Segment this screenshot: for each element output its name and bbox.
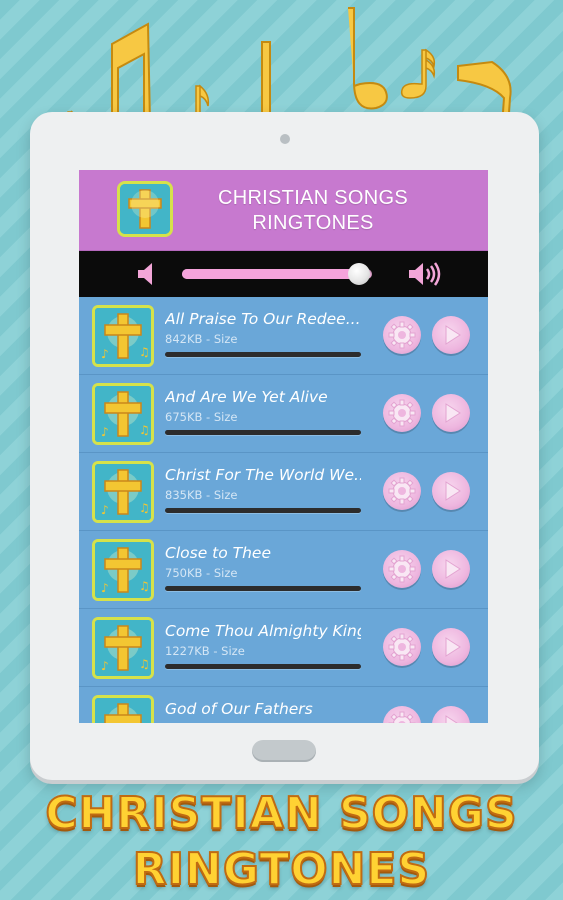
volume-control <box>79 251 488 297</box>
cross-icon: ♪ ♫ <box>95 698 151 723</box>
volume-knob[interactable] <box>348 263 370 285</box>
banner-line2: RINGTONES <box>132 843 431 896</box>
set-ringtone-button[interactable] <box>383 472 421 510</box>
app-title: CHRISTIAN SONGS RINGTONES <box>197 186 429 236</box>
list-item[interactable]: ♪ ♫ And Are We Yet Alive 675KB - Size <box>79 375 488 453</box>
speaker-high-icon[interactable] <box>407 261 441 287</box>
play-icon <box>445 325 461 345</box>
song-progress[interactable] <box>165 664 361 669</box>
play-icon <box>445 403 461 423</box>
song-thumbnail: ♪ ♫ <box>92 617 154 679</box>
set-ringtone-button[interactable] <box>383 706 421 723</box>
svg-text:♪: ♪ <box>101 425 109 439</box>
gear-icon <box>388 633 416 661</box>
list-item[interactable]: ♪ ♫ Come Thou Almighty King 1227KB - Siz… <box>79 609 488 687</box>
play-button[interactable] <box>432 628 470 666</box>
svg-text:♫: ♫ <box>139 501 150 515</box>
song-thumbnail: ♪ ♫ <box>92 461 154 523</box>
svg-text:♪: ♪ <box>101 347 109 361</box>
cross-icon: ♪ ♫ <box>95 308 151 364</box>
song-progress[interactable] <box>165 352 361 357</box>
svg-text:♪: ♪ <box>101 503 109 517</box>
cross-icon: ♪ ♫ <box>95 386 151 442</box>
music-note-icon <box>348 7 388 110</box>
gear-icon <box>388 321 416 349</box>
play-button[interactable] <box>432 550 470 588</box>
song-size: 842KB - Size <box>165 332 238 346</box>
set-ringtone-button[interactable] <box>383 550 421 588</box>
song-title: God of Our Fathers <box>165 700 313 718</box>
cross-icon: ♪ ♫ <box>95 620 151 676</box>
play-button[interactable] <box>432 316 470 354</box>
song-thumbnail: ♪ ♫ <box>92 695 154 723</box>
gear-icon <box>388 477 416 505</box>
play-icon <box>445 481 461 501</box>
speaker-low-icon[interactable] <box>136 261 158 287</box>
set-ringtone-button[interactable] <box>383 628 421 666</box>
app-header: CHRISTIAN SONGS RINGTONES <box>79 170 488 252</box>
svg-text:♫: ♫ <box>139 657 150 671</box>
app-title-line1: CHRISTIAN SONGS <box>217 187 409 209</box>
song-thumbnail: ♪ ♫ <box>92 383 154 445</box>
tablet-frame: CHRISTIAN SONGS RINGTONES ♪ ♫ All Praise… <box>30 112 539 780</box>
song-title: All Praise To Our Redee... <box>165 310 361 328</box>
song-size: 750KB - Size <box>165 566 238 580</box>
song-title: Close to Thee <box>165 544 272 562</box>
home-button[interactable] <box>252 740 316 762</box>
cross-icon: ♪ ♫ <box>95 542 151 598</box>
camera-dot <box>280 134 290 144</box>
banner-line1: CHRISTIAN SONGS <box>44 787 518 840</box>
song-thumbnail: ♪ ♫ <box>92 305 154 367</box>
set-ringtone-button[interactable] <box>383 316 421 354</box>
song-title: And Are We Yet Alive <box>165 388 328 406</box>
song-list: ♪ ♫ All Praise To Our Redee... 842KB - S… <box>79 297 488 723</box>
volume-fill <box>182 269 359 279</box>
play-button[interactable] <box>432 472 470 510</box>
app-screen: CHRISTIAN SONGS RINGTONES ♪ ♫ All Praise… <box>79 170 488 723</box>
music-note-icon <box>400 48 436 99</box>
play-icon <box>445 715 458 723</box>
cross-icon: ♪ ♫ <box>95 464 151 520</box>
song-title: Come Thou Almighty King <box>165 622 361 640</box>
list-item[interactable]: ♪ ♫ Christ For The World We... 835KB - S… <box>79 453 488 531</box>
set-ringtone-button[interactable] <box>383 394 421 432</box>
svg-text:♪: ♪ <box>101 659 109 673</box>
svg-text:♫: ♫ <box>139 579 150 593</box>
song-progress[interactable] <box>165 508 361 513</box>
cross-icon <box>120 184 170 234</box>
play-button[interactable] <box>432 706 470 723</box>
gear-icon <box>388 399 416 427</box>
gear-icon <box>388 711 416 723</box>
svg-text:♫: ♫ <box>139 423 150 437</box>
song-thumbnail: ♪ ♫ <box>92 539 154 601</box>
song-title: Christ For The World We... <box>165 466 361 484</box>
list-item[interactable]: ♪ ♫ Close to Thee 750KB - Size <box>79 531 488 609</box>
play-icon <box>445 637 461 657</box>
app-title-line2: RINGTONES <box>252 212 374 234</box>
song-progress[interactable] <box>165 430 361 435</box>
song-size: 675KB - Size <box>165 410 238 424</box>
song-progress[interactable] <box>165 586 361 591</box>
play-button[interactable] <box>432 394 470 432</box>
svg-text:♫: ♫ <box>139 345 150 359</box>
list-item[interactable]: ♪ ♫ All Praise To Our Redee... 842KB - S… <box>79 297 488 375</box>
list-item[interactable]: ♪ ♫ God of Our Fathers <box>79 687 488 723</box>
app-logo <box>117 181 173 237</box>
song-size: 835KB - Size <box>165 488 238 502</box>
gear-icon <box>388 555 416 583</box>
play-icon <box>445 559 461 579</box>
volume-slider[interactable] <box>182 263 372 285</box>
svg-text:♪: ♪ <box>101 581 109 595</box>
song-size: 1227KB - Size <box>165 644 245 658</box>
